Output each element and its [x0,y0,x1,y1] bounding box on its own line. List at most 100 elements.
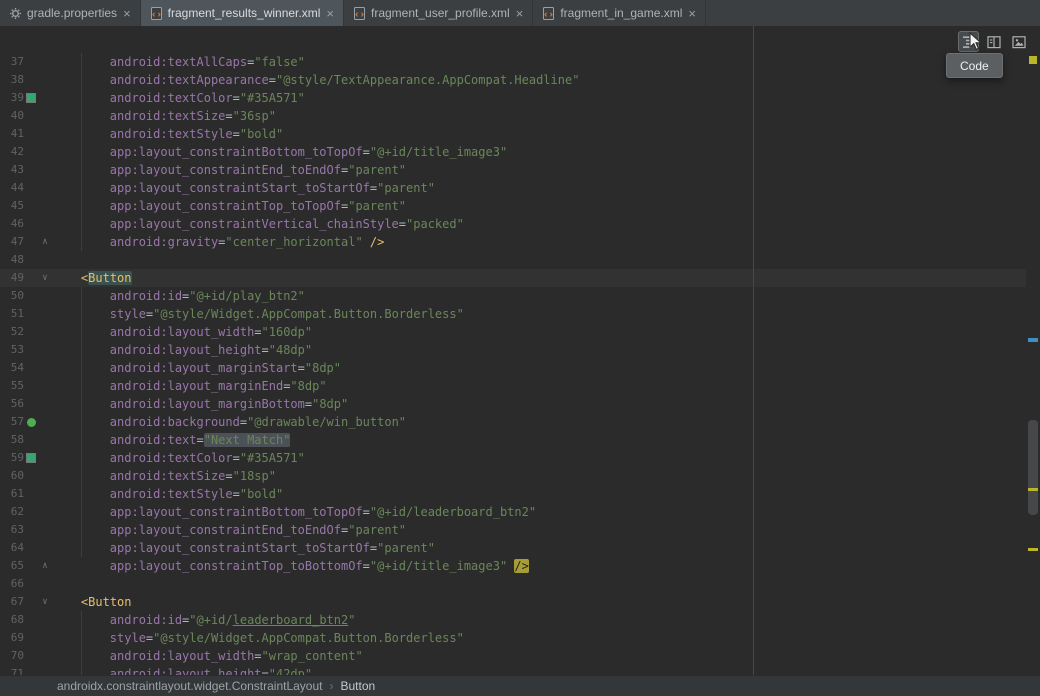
tab-label: fragment_in_game.xml [560,6,682,20]
line-number: 65 [0,557,24,575]
code-text: android:textColor="#35A571" [52,449,305,467]
code-line[interactable]: 49 ∨ <Button [0,269,1026,287]
code-text: app:layout_constraintBottom_toTopOf="@+i… [52,143,507,161]
code-line[interactable]: 63 app:layout_constraintEnd_toEndOf="par… [0,521,1026,539]
code-text: android:id="@+id/play_btn2" [52,287,305,305]
code-text: <Button [52,269,132,287]
code-text: android:background="@drawable/win_button… [52,413,406,431]
code-line[interactable]: 51 style="@style/Widget.AppCompat.Button… [0,305,1026,323]
tab-label: gradle.properties [27,6,117,20]
tab-label: fragment_results_winner.xml [168,6,321,20]
line-number: 49 [0,269,24,287]
code-text: app:layout_constraintEnd_toEndOf="parent… [52,161,406,179]
code-text: android:layout_marginBottom="8dp" [52,395,348,413]
editor-scrollbar[interactable] [1026,26,1040,676]
fold-marker-icon[interactable]: ∨ [38,269,52,287]
code-text: android:textSize="18sp" [52,467,276,485]
close-icon[interactable]: × [516,7,524,20]
breadcrumb-item[interactable]: androidx.constraintlayout.widget.Constra… [57,679,323,693]
code-line[interactable]: 52 android:layout_width="160dp" [0,323,1026,341]
warning-square-icon[interactable] [1029,56,1037,64]
code-line[interactable]: 66 [0,575,1026,593]
code-line[interactable]: 67∨ <Button [0,593,1026,611]
line-number: 59 [0,449,24,467]
code-text: app:layout_constraintStart_toStartOf="pa… [52,179,435,197]
close-icon[interactable]: × [326,7,334,20]
line-number: 46 [0,215,24,233]
info-mark-icon[interactable] [1028,338,1038,342]
code-line[interactable]: 55 android:layout_marginEnd="8dp" [0,377,1026,395]
code-line[interactable]: 46 app:layout_constraintVertical_chainSt… [0,215,1026,233]
code-text: android:textColor="#35A571" [52,89,305,107]
code-text: android:textSize="36sp" [52,107,276,125]
editor-tab[interactable]: gradle.properties × [0,0,141,26]
breadcrumb-item[interactable]: Button [341,679,376,693]
code-line[interactable]: 42 app:layout_constraintBottom_toTopOf="… [0,143,1026,161]
code-text: android:gravity="center_horizontal" /> [52,233,384,251]
split-view-button[interactable] [983,31,1004,52]
close-icon[interactable]: × [123,7,131,20]
line-number: 66 [0,575,24,593]
code-line[interactable]: 40 android:textSize="36sp" [0,107,1026,125]
code-line[interactable]: 48 [0,251,1026,269]
tab-label: fragment_user_profile.xml [371,6,510,20]
code-line[interactable]: 61 android:textStyle="bold" [0,485,1026,503]
line-number: 52 [0,323,24,341]
warning-line-icon[interactable] [1028,548,1038,551]
breadcrumb: androidx.constraintlayout.widget.Constra… [0,679,375,693]
code-text: android:textStyle="bold" [52,485,283,503]
code-line[interactable]: 70 android:layout_width="wrap_content" [0,647,1026,665]
code-line[interactable]: 38 android:textAppearance="@style/TextAp… [0,71,1026,89]
warning-line-icon[interactable] [1028,488,1038,491]
code-line[interactable]: 43 app:layout_constraintEnd_toEndOf="par… [0,161,1026,179]
code-line[interactable]: 45 app:layout_constraintTop_toTopOf="par… [0,197,1026,215]
line-number: 63 [0,521,24,539]
code-line[interactable]: 69 style="@style/Widget.AppCompat.Button… [0,629,1026,647]
code-text: app:layout_constraintVertical_chainStyle… [52,215,464,233]
code-line[interactable]: 50 android:id="@+id/play_btn2" [0,287,1026,305]
line-number: 58 [0,431,24,449]
close-icon[interactable]: × [688,7,696,20]
mouse-cursor [969,32,983,52]
code-line[interactable]: 64 app:layout_constraintStart_toStartOf=… [0,539,1026,557]
code-line[interactable]: 37 android:textAllCaps="false" [0,53,1026,71]
xml-file-icon [542,7,555,20]
scrollbar-thumb[interactable] [1028,420,1038,515]
line-number: 43 [0,161,24,179]
color-preview-icon[interactable] [26,93,36,103]
editor-tab[interactable]: fragment_user_profile.xml × [344,0,533,26]
code-line[interactable]: 65∧ app:layout_constraintTop_toBottomOf=… [0,557,1026,575]
editor-tab[interactable]: fragment_results_winner.xml × [141,0,344,26]
code-line[interactable]: 54 android:layout_marginStart="8dp" [0,359,1026,377]
line-number: 44 [0,179,24,197]
code-text: android:textStyle="bold" [52,125,283,143]
fold-marker-icon[interactable]: ∨ [38,593,52,611]
line-number: 69 [0,629,24,647]
editor-tab[interactable]: fragment_in_game.xml × [533,0,706,26]
code-line[interactable]: 57 android:background="@drawable/win_but… [0,413,1026,431]
code-line[interactable]: 56 android:layout_marginBottom="8dp" [0,395,1026,413]
code-line[interactable]: 39 android:textColor="#35A571" [0,89,1026,107]
code-line[interactable]: 59 android:textColor="#35A571" [0,449,1026,467]
code-line[interactable]: 62 app:layout_constraintBottom_toTopOf="… [0,503,1026,521]
code-area[interactable]: 37 android:textAllCaps="false"38 android… [0,53,1026,676]
fold-marker-icon[interactable]: ∧ [38,233,52,251]
code-line[interactable]: 41 android:textStyle="bold" [0,125,1026,143]
code-line[interactable]: 58 android:text="Next Match" [0,431,1026,449]
design-view-icon [1011,34,1027,50]
code-line[interactable]: 68 android:id="@+id/leaderboard_btn2" [0,611,1026,629]
code-line[interactable]: 47∧ android:gravity="center_horizontal" … [0,233,1026,251]
split-view-icon [986,34,1002,50]
code-text: android:layout_height="48dp" [52,341,312,359]
color-preview-icon[interactable] [26,453,36,463]
code-text: app:layout_constraintTop_toTopOf="parent… [52,197,406,215]
line-number: 38 [0,71,24,89]
code-editor[interactable]: 37 android:textAllCaps="false"38 android… [0,26,1040,676]
code-line[interactable]: 60 android:textSize="18sp" [0,467,1026,485]
code-text: android:layout_marginEnd="8dp" [52,377,327,395]
code-line[interactable]: 44 app:layout_constraintStart_toStartOf=… [0,179,1026,197]
drawable-preview-icon[interactable] [27,418,36,427]
code-line[interactable]: 53 android:layout_height="48dp" [0,341,1026,359]
right-margin-guide [753,26,754,676]
fold-marker-icon[interactable]: ∧ [38,557,52,575]
